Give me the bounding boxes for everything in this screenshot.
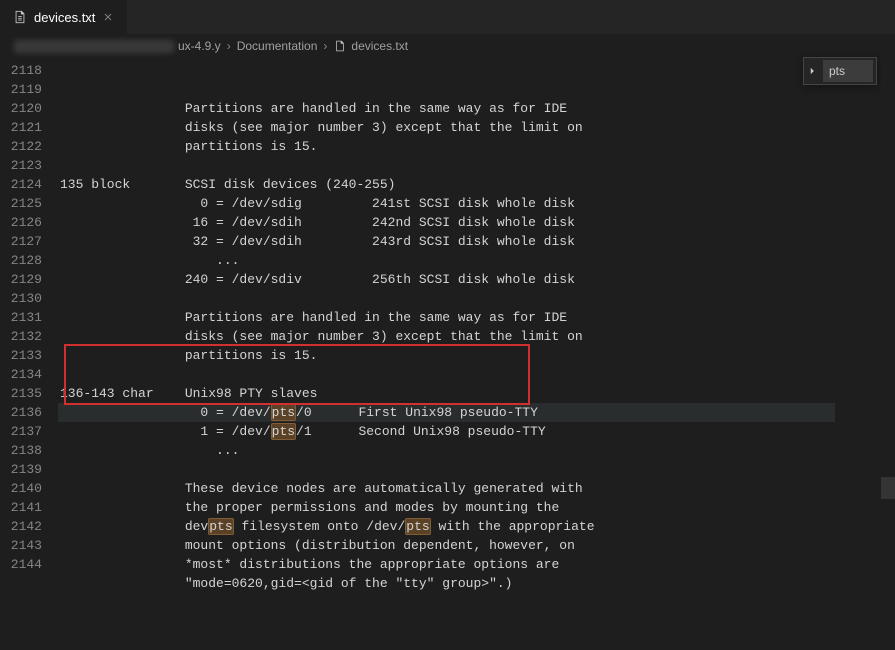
code-line[interactable]: disks (see major number 3) except that t… (60, 327, 895, 346)
code-line[interactable]: partitions is 15. (60, 346, 895, 365)
line-number: 2120 (0, 99, 42, 118)
code-line[interactable] (60, 593, 895, 612)
code-line[interactable]: 136-143 char Unix98 PTY slaves (60, 384, 895, 403)
code-line[interactable]: 1 = /dev/pts/1 Second Unix98 pseudo-TTY (60, 422, 895, 441)
code-line[interactable]: ... (60, 441, 895, 460)
line-number: 2142 (0, 517, 42, 536)
code-line[interactable]: the proper permissions and modes by moun… (60, 498, 895, 517)
line-number: 2123 (0, 156, 42, 175)
line-number: 2130 (0, 289, 42, 308)
line-number: 2129 (0, 270, 42, 289)
chevron-right-icon: › (321, 39, 329, 53)
code-line[interactable]: Partitions are handled in the same way a… (60, 99, 895, 118)
line-number: 2122 (0, 137, 42, 156)
line-number: 2135 (0, 384, 42, 403)
code-line[interactable]: mount options (distribution dependent, h… (60, 536, 895, 555)
search-match: pts (208, 518, 233, 535)
line-number: 2119 (0, 80, 42, 99)
line-number: 2124 (0, 175, 42, 194)
file-text-icon (12, 9, 28, 25)
code-line[interactable]: "mode=0620,gid=<gid of the "tty" group>"… (60, 574, 895, 593)
code-line[interactable]: 32 = /dev/sdih 243rd SCSI disk whole dis… (60, 232, 895, 251)
chevron-right-icon: › (225, 39, 233, 53)
line-number: 2134 (0, 365, 42, 384)
tab-devices-txt[interactable]: devices.txt (0, 0, 128, 34)
line-number: 2125 (0, 194, 42, 213)
search-input[interactable] (823, 60, 873, 82)
line-number: 2136 (0, 403, 42, 422)
code-line[interactable] (60, 289, 895, 308)
close-icon[interactable] (101, 10, 115, 24)
line-number: 2138 (0, 441, 42, 460)
code-line[interactable] (60, 156, 895, 175)
code-line[interactable]: devpts filesystem onto /dev/pts with the… (60, 517, 895, 536)
line-number: 2127 (0, 232, 42, 251)
breadcrumb-seg-1[interactable]: ux-4.9.y (178, 39, 221, 53)
tab-bar: devices.txt (0, 0, 895, 35)
search-match: pts (271, 404, 296, 421)
code-line[interactable]: Partitions are handled in the same way a… (60, 308, 895, 327)
breadcrumb-seg-2[interactable]: Documentation (237, 39, 318, 53)
code-line[interactable]: ... (60, 251, 895, 270)
line-number: 2128 (0, 251, 42, 270)
code-line[interactable] (60, 460, 895, 479)
breadcrumb[interactable]: ux-4.9.y › Documentation › devices.txt (0, 35, 895, 57)
line-number: 2139 (0, 460, 42, 479)
find-widget[interactable] (803, 57, 877, 85)
code-line[interactable]: These device nodes are automatically gen… (60, 479, 895, 498)
code-line[interactable] (60, 365, 895, 384)
code-line[interactable]: 0 = /dev/pts/0 First Unix98 pseudo-TTY (58, 403, 835, 422)
code-line[interactable]: 16 = /dev/sdih 242nd SCSI disk whole dis… (60, 213, 895, 232)
line-number: 2140 (0, 479, 42, 498)
line-number: 2126 (0, 213, 42, 232)
line-number-gutter: 2118211921202121212221232124212521262127… (0, 57, 60, 573)
search-match: pts (405, 518, 430, 535)
tab-label: devices.txt (34, 10, 95, 25)
code-line[interactable]: disks (see major number 3) except that t… (60, 118, 895, 137)
scrollbar[interactable] (881, 57, 895, 573)
scrollbar-thumb[interactable] (881, 477, 895, 499)
file-text-icon (333, 39, 347, 53)
line-number: 2143 (0, 536, 42, 555)
code-line[interactable]: partitions is 15. (60, 137, 895, 156)
line-number: 2118 (0, 61, 42, 80)
code-line[interactable]: 240 = /dev/sdiv 256th SCSI disk whole di… (60, 270, 895, 289)
line-number: 2137 (0, 422, 42, 441)
breadcrumb-seg-3[interactable]: devices.txt (351, 39, 408, 53)
line-number: 2133 (0, 346, 42, 365)
code-content[interactable]: Partitions are handled in the same way a… (60, 57, 895, 573)
code-line[interactable]: *most* distributions the appropriate opt… (60, 555, 895, 574)
search-match: pts (271, 423, 296, 440)
line-number: 2144 (0, 555, 42, 574)
line-number: 2121 (0, 118, 42, 137)
breadcrumb-blurred (14, 40, 174, 53)
code-line[interactable]: 0 = /dev/sdig 241st SCSI disk whole disk (60, 194, 895, 213)
line-number: 2141 (0, 498, 42, 517)
code-line[interactable]: 135 block SCSI disk devices (240-255) (60, 175, 895, 194)
editor[interactable]: 2118211921202121212221232124212521262127… (0, 57, 895, 573)
line-number: 2132 (0, 327, 42, 346)
line-number: 2131 (0, 308, 42, 327)
chevron-right-icon[interactable] (804, 58, 820, 84)
